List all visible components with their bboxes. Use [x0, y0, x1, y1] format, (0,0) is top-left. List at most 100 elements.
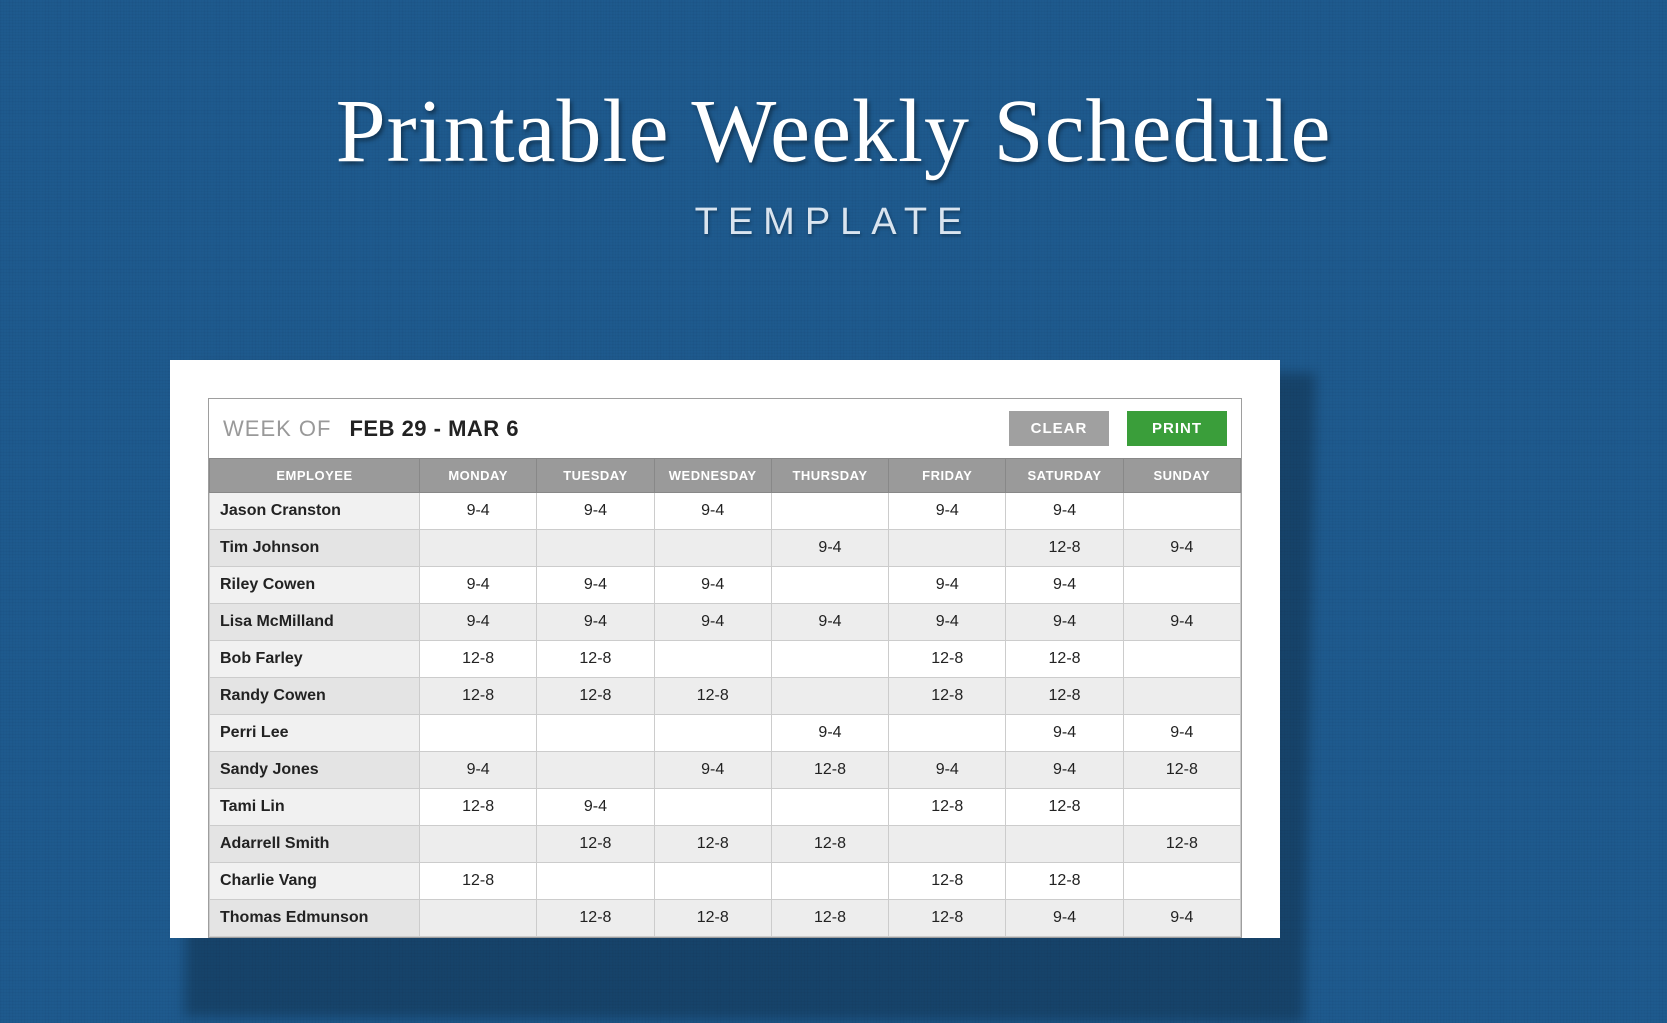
shift-cell[interactable]: 9-4	[537, 789, 654, 826]
employee-name-cell[interactable]: Randy Cowen	[210, 678, 420, 715]
shift-cell[interactable]: 9-4	[889, 567, 1006, 604]
shift-cell[interactable]: 9-4	[1006, 715, 1123, 752]
shift-cell[interactable]: 12-8	[889, 900, 1006, 937]
employee-name-cell[interactable]: Adarrell Smith	[210, 826, 420, 863]
shift-cell[interactable]	[1123, 493, 1240, 530]
shift-cell[interactable]: 9-4	[1123, 900, 1240, 937]
shift-cell[interactable]: 9-4	[771, 604, 888, 641]
shift-cell[interactable]: 12-8	[654, 678, 771, 715]
shift-cell[interactable]: 9-4	[654, 752, 771, 789]
shift-cell[interactable]	[654, 789, 771, 826]
column-header: FRIDAY	[889, 459, 1006, 493]
clear-button[interactable]: CLEAR	[1009, 411, 1109, 446]
shift-cell[interactable]: 12-8	[420, 789, 537, 826]
shift-cell[interactable]	[537, 863, 654, 900]
employee-name-cell[interactable]: Charlie Vang	[210, 863, 420, 900]
shift-cell[interactable]: 9-4	[1006, 493, 1123, 530]
shift-cell[interactable]: 12-8	[1006, 678, 1123, 715]
shift-cell[interactable]: 9-4	[420, 493, 537, 530]
employee-name-cell[interactable]: Thomas Edmunson	[210, 900, 420, 937]
shift-cell[interactable]: 9-4	[1006, 752, 1123, 789]
employee-name-cell[interactable]: Riley Cowen	[210, 567, 420, 604]
shift-cell[interactable]: 9-4	[420, 604, 537, 641]
table-row: Perri Lee9-49-49-4	[210, 715, 1241, 752]
shift-cell[interactable]: 12-8	[654, 900, 771, 937]
shift-cell[interactable]	[537, 530, 654, 567]
shift-cell[interactable]	[1123, 789, 1240, 826]
shift-cell[interactable]	[771, 789, 888, 826]
shift-cell[interactable]: 9-4	[771, 715, 888, 752]
shift-cell[interactable]: 12-8	[889, 678, 1006, 715]
shift-cell[interactable]: 9-4	[889, 604, 1006, 641]
employee-name-cell[interactable]: Lisa McMilland	[210, 604, 420, 641]
print-button[interactable]: PRINT	[1127, 411, 1227, 446]
shift-cell[interactable]: 9-4	[537, 604, 654, 641]
shift-cell[interactable]	[420, 715, 537, 752]
shift-cell[interactable]: 9-4	[771, 530, 888, 567]
shift-cell[interactable]: 12-8	[1123, 752, 1240, 789]
shift-cell[interactable]	[420, 900, 537, 937]
employee-name-cell[interactable]: Tami Lin	[210, 789, 420, 826]
shift-cell[interactable]: 12-8	[889, 789, 1006, 826]
shift-cell[interactable]	[420, 826, 537, 863]
shift-cell[interactable]	[889, 826, 1006, 863]
shift-cell[interactable]: 12-8	[537, 641, 654, 678]
shift-cell[interactable]: 12-8	[771, 826, 888, 863]
employee-name-cell[interactable]: Tim Johnson	[210, 530, 420, 567]
shift-cell[interactable]	[771, 641, 888, 678]
shift-cell[interactable]	[537, 715, 654, 752]
shift-cell[interactable]: 12-8	[771, 900, 888, 937]
employee-name-cell[interactable]: Perri Lee	[210, 715, 420, 752]
shift-cell[interactable]: 12-8	[537, 678, 654, 715]
shift-cell[interactable]: 12-8	[420, 863, 537, 900]
employee-name-cell[interactable]: Sandy Jones	[210, 752, 420, 789]
shift-cell[interactable]: 9-4	[1123, 715, 1240, 752]
shift-cell[interactable]: 9-4	[1006, 900, 1123, 937]
shift-cell[interactable]	[654, 863, 771, 900]
shift-cell[interactable]	[771, 567, 888, 604]
shift-cell[interactable]: 9-4	[889, 752, 1006, 789]
shift-cell[interactable]	[1006, 826, 1123, 863]
employee-name-cell[interactable]: Jason Cranston	[210, 493, 420, 530]
shift-cell[interactable]: 12-8	[1123, 826, 1240, 863]
shift-cell[interactable]: 9-4	[420, 752, 537, 789]
shift-cell[interactable]	[771, 678, 888, 715]
shift-cell[interactable]: 12-8	[420, 678, 537, 715]
shift-cell[interactable]: 9-4	[420, 567, 537, 604]
shift-cell[interactable]: 9-4	[537, 493, 654, 530]
shift-cell[interactable]: 9-4	[1006, 604, 1123, 641]
shift-cell[interactable]: 9-4	[537, 567, 654, 604]
shift-cell[interactable]: 12-8	[654, 826, 771, 863]
shift-cell[interactable]	[771, 493, 888, 530]
shift-cell[interactable]: 12-8	[1006, 789, 1123, 826]
shift-cell[interactable]	[1123, 678, 1240, 715]
shift-cell[interactable]: 12-8	[537, 900, 654, 937]
shift-cell[interactable]: 9-4	[654, 567, 771, 604]
shift-cell[interactable]: 12-8	[420, 641, 537, 678]
shift-cell[interactable]: 12-8	[889, 641, 1006, 678]
shift-cell[interactable]	[889, 530, 1006, 567]
shift-cell[interactable]: 12-8	[889, 863, 1006, 900]
shift-cell[interactable]: 9-4	[1006, 567, 1123, 604]
shift-cell[interactable]	[654, 530, 771, 567]
shift-cell[interactable]: 9-4	[654, 493, 771, 530]
shift-cell[interactable]: 12-8	[1006, 530, 1123, 567]
shift-cell[interactable]	[654, 715, 771, 752]
shift-cell[interactable]: 12-8	[1006, 641, 1123, 678]
shift-cell[interactable]	[537, 752, 654, 789]
shift-cell[interactable]	[1123, 863, 1240, 900]
shift-cell[interactable]: 12-8	[537, 826, 654, 863]
shift-cell[interactable]: 9-4	[1123, 530, 1240, 567]
shift-cell[interactable]: 12-8	[1006, 863, 1123, 900]
shift-cell[interactable]	[1123, 641, 1240, 678]
employee-name-cell[interactable]: Bob Farley	[210, 641, 420, 678]
shift-cell[interactable]	[654, 641, 771, 678]
shift-cell[interactable]: 9-4	[1123, 604, 1240, 641]
shift-cell[interactable]	[420, 530, 537, 567]
shift-cell[interactable]: 12-8	[771, 752, 888, 789]
shift-cell[interactable]	[1123, 567, 1240, 604]
shift-cell[interactable]: 9-4	[654, 604, 771, 641]
shift-cell[interactable]: 9-4	[889, 493, 1006, 530]
shift-cell[interactable]	[771, 863, 888, 900]
shift-cell[interactable]	[889, 715, 1006, 752]
